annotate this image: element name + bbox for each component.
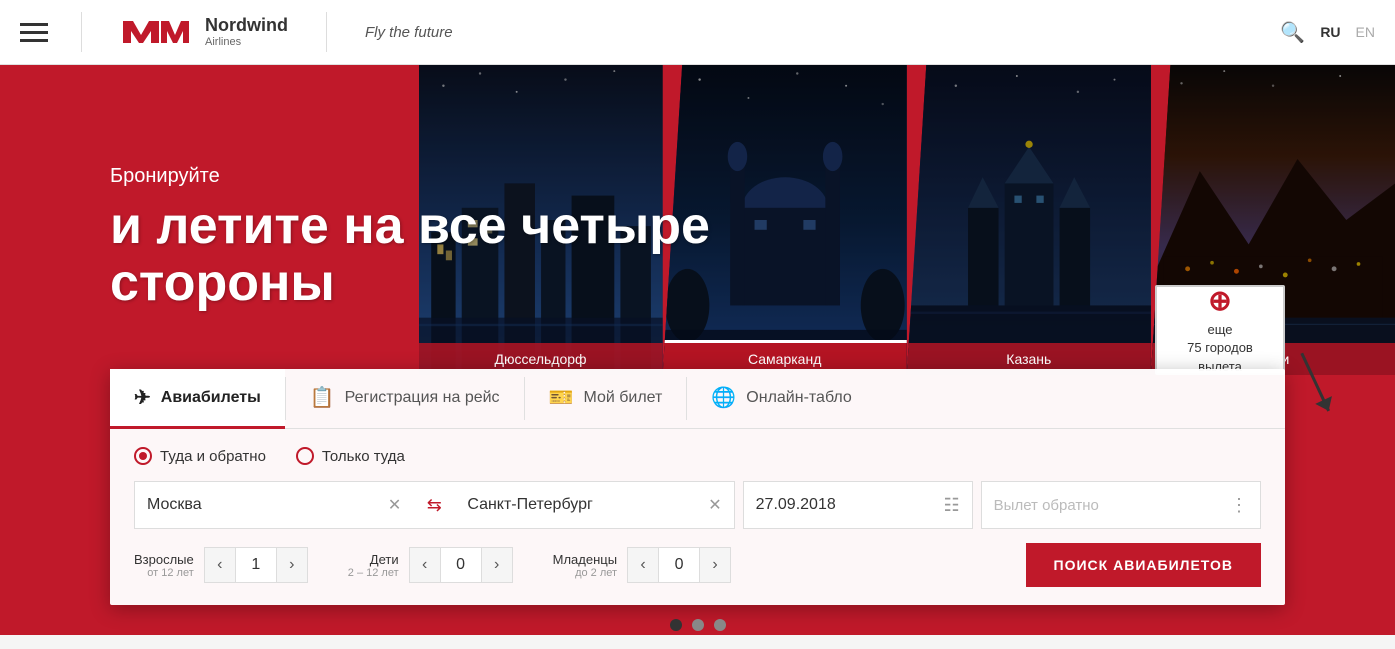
carousel-dot-3[interactable] [714,619,726,631]
radio-roundtrip-label: Туда и обратно [160,448,266,465]
header: Nordwind Airlines Fly the future 🔍 RU EN [0,0,1395,65]
search-fields-row: ✕ ⇆ ✕ ☷ Вылет обратно ⋮ [134,481,1261,529]
adults-label-group: Взрослые от 12 лет [134,552,194,579]
more-cities-plus-icon: ⊕ [1208,284,1231,317]
hero-title: и летите на все четыре стороны [110,198,810,312]
children-sublabel: 2 – 12 лет [348,567,399,579]
tab-checkin[interactable]: 📋 Регистрация на рейс [286,369,524,429]
carousel-dot-1[interactable] [670,619,682,631]
infants-counter-group: Младенцы до 2 лет ‹ 0 › [553,547,731,583]
return-date-field[interactable]: Вылет обратно ⋮ [981,481,1261,529]
radio-roundtrip[interactable]: Туда и обратно [134,447,266,465]
radio-roundtrip-circle [134,447,152,465]
from-field: ✕ [134,481,413,529]
tab-timetable-label: Онлайн-табло [746,389,852,407]
carousel-dot-2[interactable] [692,619,704,631]
city-panel-kazan[interactable]: Казань [907,65,1151,375]
tab-checkin-label: Регистрация на рейс [345,389,500,407]
carousel-dots [670,619,726,631]
children-counter-group: Дети 2 – 12 лет ‹ 0 › [348,547,513,583]
adults-counter: ‹ 1 › [204,547,308,583]
tab-airtickets[interactable]: ✈ Авиабилеты [110,369,285,429]
infants-value: 0 [659,547,699,583]
tab-airtickets-label: Авиабилеты [161,389,261,407]
children-increment[interactable]: › [481,547,513,583]
children-label: Дети [348,552,399,567]
lang-en-button[interactable]: EN [1356,24,1375,40]
logo-area[interactable]: Nordwind Airlines [115,13,288,51]
passengers-row: Взрослые от 12 лет ‹ 1 › Дети 2 – 12 лет [134,543,1261,587]
adults-sublabel: от 12 лет [134,567,194,579]
tab-myticket-label: Мой билет [583,389,662,407]
infants-label: Младенцы [553,552,617,567]
depart-date-field: ☷ [743,481,973,529]
search-button[interactable]: ПОИСК АВИАБИЛЕТОВ [1026,543,1261,587]
city-overlay-3 [907,65,1151,375]
depart-date-input[interactable] [756,496,944,514]
logo-icon [115,13,195,51]
adults-decrement[interactable]: ‹ [204,547,236,583]
myticket-icon: 🎫 [549,385,574,410]
hero-subtitle: Бронируйте [110,165,810,188]
tab-myticket[interactable]: 🎫 Мой билет [525,369,687,429]
logo-sub: Airlines [205,36,288,49]
timetable-icon: 🌐 [711,385,736,410]
adults-increment[interactable]: › [276,547,308,583]
more-cities-label: еще75 городоввылета [1187,321,1253,376]
to-field: ✕ [455,481,734,529]
header-divider-2 [326,12,327,52]
children-counter: ‹ 0 › [409,547,513,583]
adults-counter-group: Взрослые от 12 лет ‹ 1 › [134,547,308,583]
radio-oneway-label: Только туда [322,448,405,465]
lang-ru-button[interactable]: RU [1320,24,1340,40]
radio-oneway[interactable]: Только туда [296,447,405,465]
booking-tabs: ✈ Авиабилеты 📋 Регистрация на рейс 🎫 Мой… [110,369,1285,429]
return-grid-icon[interactable]: ⋮ [1230,495,1248,516]
from-clear-icon[interactable]: ✕ [388,495,401,515]
tab-timetable[interactable]: 🌐 Онлайн-табло [687,369,875,429]
depart-calendar-icon[interactable]: ☷ [944,495,960,516]
trip-type-selector: Туда и обратно Только туда [134,447,1261,465]
radio-oneway-circle [296,447,314,465]
airtickets-icon: ✈ [134,385,151,410]
infants-label-group: Младенцы до 2 лет [553,552,617,579]
adults-label: Взрослые [134,552,194,567]
header-left: Nordwind Airlines Fly the future [20,12,453,52]
infants-decrement[interactable]: ‹ [627,547,659,583]
infants-counter: ‹ 0 › [627,547,731,583]
logo-text: Nordwind Airlines [205,15,288,50]
to-input[interactable] [467,496,702,514]
more-cities-button[interactable]: ⊕ еще75 городоввылета [1155,285,1285,375]
checkin-icon: 📋 [310,385,335,410]
infants-increment[interactable]: › [699,547,731,583]
to-clear-icon[interactable]: ✕ [708,495,721,515]
tagline: Fly the future [365,24,453,41]
hero-text-area: Бронируйте и летите на все четыре сторон… [110,165,810,312]
return-date-placeholder: Вылет обратно [994,497,1230,514]
search-icon[interactable]: 🔍 [1280,20,1305,45]
children-decrement[interactable]: ‹ [409,547,441,583]
logo-brand: Nordwind [205,15,288,37]
from-input[interactable] [147,496,382,514]
booking-form: Туда и обратно Только туда ✕ ⇆ ✕ [110,429,1285,605]
children-value: 0 [441,547,481,583]
adults-value: 1 [236,547,276,583]
header-divider-1 [81,12,82,52]
header-right: 🔍 RU EN [1280,20,1375,45]
hero-section: Дюссельдорф [0,65,1395,635]
children-label-group: Дети 2 – 12 лет [348,552,399,579]
hamburger-menu[interactable] [20,23,48,42]
booking-widget: ✈ Авиабилеты 📋 Регистрация на рейс 🎫 Мой… [110,369,1285,605]
swap-button[interactable]: ⇆ [413,481,455,529]
infants-sublabel: до 2 лет [553,567,617,579]
